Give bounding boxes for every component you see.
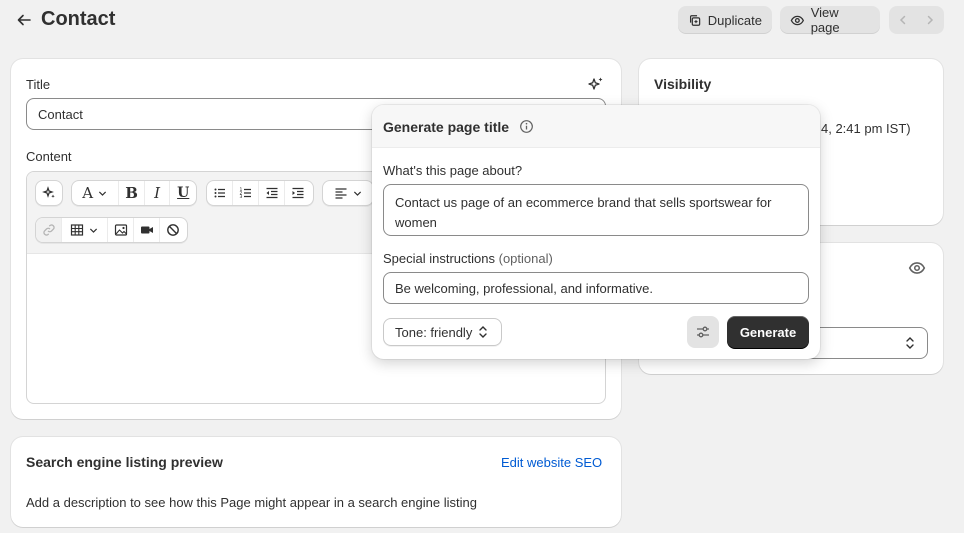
duplicate-label: Duplicate xyxy=(707,12,762,28)
seo-heading: Search engine listing preview xyxy=(26,454,223,470)
special-input[interactable]: Be welcoming, professional, and informat… xyxy=(383,272,809,304)
eye-icon xyxy=(908,262,926,274)
about-textarea-value: Contact us page of an ecommerce brand th… xyxy=(395,195,772,230)
image-button[interactable] xyxy=(108,218,134,242)
special-label: Special instructions (optional) xyxy=(383,251,553,266)
sparkle-icon xyxy=(42,186,55,198)
preview-eye-button[interactable] xyxy=(908,259,928,277)
content-label: Content xyxy=(26,149,72,164)
back-button[interactable] xyxy=(14,10,34,30)
clear-format-button[interactable] xyxy=(160,218,186,242)
align-dropdown[interactable] xyxy=(323,181,373,205)
bold-button[interactable]: B xyxy=(119,181,145,205)
ai-sparkle-button[interactable] xyxy=(36,181,62,205)
popover-title: Generate page title xyxy=(383,119,510,135)
tone-label: Tone: friendly xyxy=(395,324,473,340)
bold-icon: B xyxy=(125,184,138,202)
align-left-icon xyxy=(335,188,346,199)
block-icon xyxy=(167,224,179,236)
page-title: Contact xyxy=(41,8,116,30)
view-page-button[interactable]: View page xyxy=(780,5,880,35)
visibility-date-text: 4, 2:41 pm IST) xyxy=(821,121,911,136)
link-button[interactable] xyxy=(36,218,62,242)
select-arrows-icon xyxy=(906,337,914,349)
arrow-left-icon xyxy=(17,14,31,26)
special-label-text: Special instructions xyxy=(383,251,495,266)
info-icon xyxy=(520,120,533,133)
edit-seo-link[interactable]: Edit website SEO xyxy=(501,455,602,470)
video-icon xyxy=(140,226,153,234)
seo-card xyxy=(11,437,621,527)
special-input-value: Be welcoming, professional, and informat… xyxy=(395,280,653,296)
next-page-button[interactable] xyxy=(917,6,945,34)
table-icon xyxy=(70,224,84,236)
about-label: What's this page about? xyxy=(383,163,523,178)
about-textarea[interactable]: Contact us page of an ecommerce brand th… xyxy=(383,184,809,236)
sparkle-generate-button[interactable] xyxy=(587,76,607,94)
bullet-list-icon xyxy=(214,188,225,198)
eye-icon xyxy=(790,15,805,25)
chevron-down-icon xyxy=(98,191,107,196)
text-format-group: A B I U xyxy=(71,180,197,206)
settings-button[interactable] xyxy=(687,316,719,348)
outdent-button[interactable] xyxy=(259,181,285,205)
duplicate-button[interactable]: Duplicate xyxy=(678,6,772,34)
ai-toolbar-group xyxy=(35,180,63,206)
indent-icon xyxy=(292,187,304,199)
insert-group xyxy=(35,217,188,243)
italic-icon: I xyxy=(154,184,161,202)
chevron-left-icon xyxy=(899,15,905,25)
view-page-label: View page xyxy=(810,5,840,35)
previous-page-button[interactable] xyxy=(889,6,917,34)
sliders-icon xyxy=(697,326,709,338)
list-group: 123 xyxy=(206,180,314,206)
table-dropdown[interactable] xyxy=(62,218,108,242)
numbered-list-button[interactable]: 123 xyxy=(233,181,259,205)
generate-label: Generate xyxy=(739,324,797,340)
underline-icon: U xyxy=(177,185,190,201)
info-button[interactable] xyxy=(519,119,535,135)
font-style-dropdown[interactable]: A xyxy=(72,181,120,205)
seo-description: Add a description to see how this Page m… xyxy=(26,495,477,510)
duplicate-icon xyxy=(689,14,701,26)
indent-button[interactable] xyxy=(285,181,311,205)
pagination xyxy=(889,6,944,34)
link-icon xyxy=(42,224,55,236)
italic-button[interactable]: I xyxy=(145,181,171,205)
video-button[interactable] xyxy=(134,218,160,242)
chevron-right-icon xyxy=(928,15,934,25)
generate-button[interactable]: Generate xyxy=(727,316,809,348)
title-input-value: Contact xyxy=(38,106,83,122)
underline-button[interactable]: U xyxy=(170,181,196,205)
font-a-icon: A xyxy=(82,184,94,202)
tone-select[interactable]: Tone: friendly xyxy=(383,318,502,346)
select-arrows-icon xyxy=(479,326,488,338)
svg-text:3: 3 xyxy=(239,194,242,200)
optional-label: (optional) xyxy=(498,251,553,266)
title-label: Title xyxy=(26,77,51,92)
generate-title-popover: Generate page title What's this page abo… xyxy=(372,105,820,359)
sparkle-icon xyxy=(588,77,603,90)
chevron-down-icon xyxy=(353,191,361,196)
align-group xyxy=(322,180,374,206)
bullet-list-button[interactable] xyxy=(207,181,233,205)
numbered-list-icon: 123 xyxy=(239,187,251,200)
outdent-icon xyxy=(266,187,277,199)
visibility-heading: Visibility xyxy=(654,76,712,92)
image-icon xyxy=(114,224,127,236)
chevron-down-icon xyxy=(89,228,98,233)
